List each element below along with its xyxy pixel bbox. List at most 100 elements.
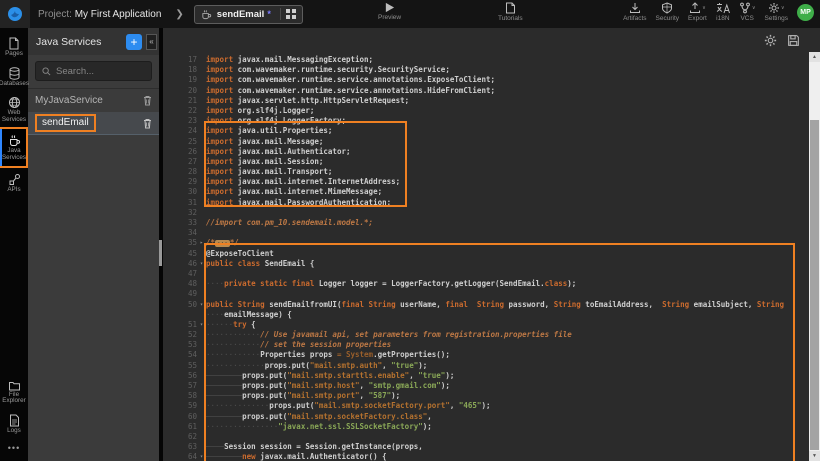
trash-icon[interactable] [143,95,152,106]
code-line: 30import javax.mail.internet.MimeMessage… [163,187,809,197]
fold-marker[interactable] [197,391,206,401]
fold-marker[interactable] [197,432,206,442]
fold-marker[interactable]: ▸ [197,238,206,248]
export-button[interactable]: ∨ Export [688,2,707,22]
list-item-sendemail[interactable]: sendEmail [28,112,159,135]
fold-marker[interactable] [197,86,206,96]
fold-marker[interactable] [197,249,206,259]
resize-handle[interactable] [159,240,162,266]
fold-marker[interactable] [197,157,206,167]
save-button[interactable] [787,34,800,47]
fold-marker[interactable] [197,330,206,340]
sidebar-item-web-services[interactable]: Web Services [0,91,28,127]
fold-marker[interactable] [197,371,206,381]
fold-marker[interactable] [197,279,206,289]
fold-marker[interactable] [197,177,206,187]
api-connector-icon [8,173,21,186]
sidebar-spacer [0,197,28,374]
code-line: 57────────props.put("mail.smtp.host", "s… [163,381,809,391]
code-text: //import com.pm_10.sendemail.model.*; [206,218,373,228]
preview-button[interactable]: Preview [378,2,401,21]
line-number: 54 [163,350,197,360]
fold-marker[interactable] [197,116,206,126]
user-avatar[interactable]: MP [797,4,814,21]
fold-marker[interactable]: ▾ [197,452,206,461]
fold-marker[interactable] [197,422,206,432]
line-number: 51 [163,320,197,330]
list-item-myjavaservice[interactable]: MyJavaService [28,89,159,112]
fold-marker[interactable] [197,208,206,218]
code-line: 50▾public String sendEmailfromUI(final S… [163,300,809,310]
code-editor[interactable]: 17import javax.mail.MessagingException;1… [163,28,820,461]
artifacts-button[interactable]: Artifacts [623,2,646,22]
code-line: 27import javax.mail.Session; [163,157,809,167]
fold-marker[interactable] [197,75,206,85]
gear-icon [768,2,780,14]
fold-marker[interactable] [197,381,206,391]
scrollbar-thumb[interactable] [810,120,819,450]
fold-marker[interactable] [197,401,206,411]
scroll-up-arrow[interactable]: ▲ [809,52,820,62]
sidebar-item-file-explorer[interactable]: File Explorer [0,375,28,409]
fold-marker[interactable] [197,442,206,452]
sidebar-item-pages[interactable]: Pages [0,32,28,62]
fold-marker[interactable] [197,412,206,422]
search-input[interactable]: Search... [35,61,152,81]
fold-marker[interactable] [197,126,206,136]
code-line: 55·············props.put("mail.smtp.auth… [163,361,809,371]
java-coffee-icon [8,134,21,147]
fold-marker[interactable] [197,187,206,197]
line-number: 25 [163,137,197,147]
line-number: 64 [163,452,197,461]
more-dots-icon: ••• [8,444,20,453]
tab-sendemail[interactable]: sendEmail * [194,5,303,24]
fold-marker[interactable]: ▾ [197,300,206,310]
tutorials-button[interactable]: Tutorials [498,2,523,22]
code-line: 51▾······try { [163,320,809,330]
fold-marker[interactable] [197,350,206,360]
sidebar-item-logs[interactable]: Logs [0,409,28,439]
fold-marker[interactable] [197,269,206,279]
line-number: 52 [163,330,197,340]
i18n-button[interactable]: i18N [716,2,730,22]
editor-settings-button[interactable] [764,34,777,47]
fold-marker[interactable] [197,55,206,65]
fold-marker[interactable] [197,198,206,208]
fold-marker[interactable]: ▾ [197,259,206,269]
line-number: 46 [163,259,197,269]
sidebar-item-more[interactable]: ••• [0,439,28,461]
fold-marker[interactable] [197,310,206,320]
code-text: ····private static final Logger logger =… [206,279,576,289]
add-java-service-button[interactable]: + [126,34,142,50]
fold-marker[interactable]: ▾ [197,320,206,330]
collapse-panel-button[interactable]: « [146,34,157,50]
fold-marker[interactable] [197,106,206,116]
fold-marker[interactable] [197,147,206,157]
fold-marker[interactable] [197,218,206,228]
sidebar-item-databases[interactable]: Databases [0,62,28,92]
trash-icon[interactable] [143,118,152,129]
fold-marker[interactable] [197,289,206,299]
code-area[interactable]: 17import javax.mail.MessagingException;1… [163,52,809,461]
settings-button[interactable]: ∨ Settings [765,2,789,22]
code-line: 31import javax.mail.PasswordAuthenticati… [163,198,809,208]
fold-marker[interactable] [197,137,206,147]
wavemaker-logo-icon[interactable] [0,0,30,28]
vcs-button[interactable]: ∨ VCS [739,2,756,22]
scroll-down-arrow[interactable]: ▼ [809,451,820,461]
vertical-scrollbar[interactable]: ▲ ▼ [809,52,820,461]
fold-marker[interactable] [197,65,206,75]
code-line: 48····private static final Logger logger… [163,279,809,289]
line-number: 45 [163,249,197,259]
fold-marker[interactable] [197,361,206,371]
fold-marker[interactable] [197,228,206,238]
folder-icon [8,380,21,391]
fold-marker[interactable] [197,167,206,177]
fold-marker[interactable] [197,340,206,350]
grid-icon[interactable] [286,9,296,19]
translate-icon [716,2,730,14]
security-button[interactable]: Security [656,2,679,22]
sidebar-item-java-services[interactable]: Java Services [0,127,28,167]
fold-marker[interactable] [197,96,206,106]
sidebar-item-apis[interactable]: APIs [0,168,28,198]
